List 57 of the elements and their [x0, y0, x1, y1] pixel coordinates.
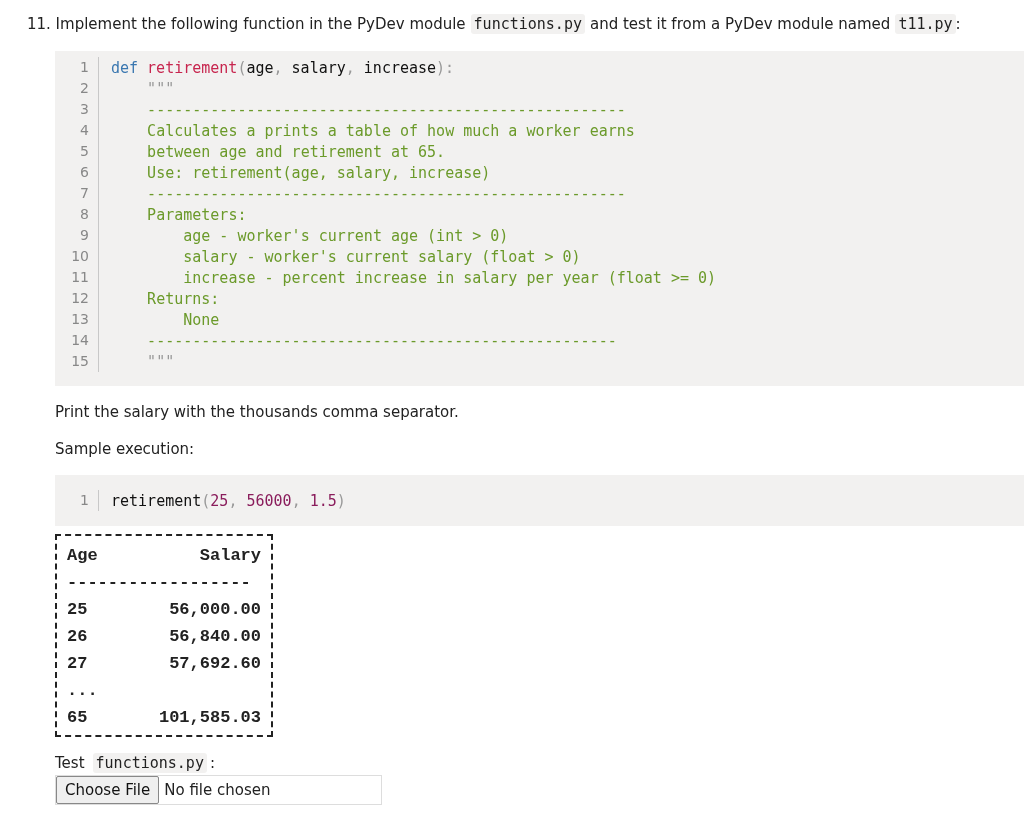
code-line: Calculates a prints a table of how much a worker earns: [146, 121, 635, 140]
salary-value: 57,692.60: [169, 654, 261, 673]
file-input[interactable]: Choose File No file chosen: [55, 775, 382, 805]
salary-value: 101,585.03: [158, 708, 261, 727]
column-header: Age: [67, 546, 98, 565]
line-number: 14: [55, 330, 99, 351]
line-number: 1: [55, 57, 99, 78]
question-text: 11. Implement the following function in the PyDev module: [27, 15, 466, 33]
inline-code: t11.py: [895, 14, 956, 34]
line-number: 12: [55, 288, 99, 309]
code-line: Use: retirement(age, salary, increase): [146, 163, 491, 182]
separator-line: ------------------: [67, 573, 251, 592]
code-line: Returns:: [146, 289, 220, 308]
line-number: 13: [55, 309, 99, 330]
code-line: increase - percent increase in salary per year (float >= 0): [182, 268, 717, 287]
line-number: 6: [55, 162, 99, 183]
code-line: None: [182, 310, 220, 329]
code-line: -----------------------------------------------------: [146, 100, 626, 119]
age-value: 25: [67, 600, 88, 619]
age-value: 27: [67, 654, 88, 673]
test-label: Test: [55, 754, 85, 772]
code-line: age - worker's current age (int > 0): [182, 226, 509, 245]
line-number: 5: [55, 141, 99, 162]
sample-label: Sample execution:: [54, 440, 196, 458]
line-number: 11: [55, 267, 99, 288]
line-number: 8: [55, 204, 99, 225]
line-number: 2: [55, 78, 99, 99]
code-line: """: [146, 352, 175, 371]
line-number: 3: [55, 99, 99, 120]
code-line: salary - worker's current salary (float > 0): [182, 247, 581, 266]
inline-code: functions.py: [470, 14, 585, 34]
line-number: 7: [55, 183, 99, 204]
file-status: No file chosen: [163, 781, 271, 799]
age-value: ...: [67, 681, 98, 700]
line-number: 1: [55, 490, 99, 511]
line-number: 4: [55, 120, 99, 141]
salary-value: 56,840.00: [169, 627, 261, 646]
choose-file-button[interactable]: Choose File: [56, 776, 160, 804]
code-line: -----------------------------------------------------: [146, 184, 626, 203]
salary-value: 56,000.00: [169, 600, 261, 619]
code-line: """: [146, 79, 175, 98]
line-number: 10: [55, 246, 99, 267]
line-number: 15: [55, 351, 99, 372]
code-line: between age and retirement at 65.: [146, 142, 446, 161]
instruction-text: Print the salary with the thousands comma separator.: [54, 403, 460, 421]
code-line: retirement(25, 56000, 1.5): [111, 491, 346, 510]
code-line: def retirement(age, salary, increase):: [111, 58, 455, 77]
question-text: and test it from a PyDev module named: [589, 15, 891, 33]
inline-code: functions.py: [92, 753, 207, 773]
age-value: 65: [67, 708, 88, 727]
column-header: Salary: [199, 546, 261, 565]
colon-text: :: [209, 754, 215, 772]
code-line: Parameters:: [146, 205, 247, 224]
code-line: ----------------------------------------------------: [146, 331, 617, 350]
line-number: 9: [55, 225, 99, 246]
age-value: 26: [67, 627, 88, 646]
colon-text: :: [955, 15, 961, 33]
